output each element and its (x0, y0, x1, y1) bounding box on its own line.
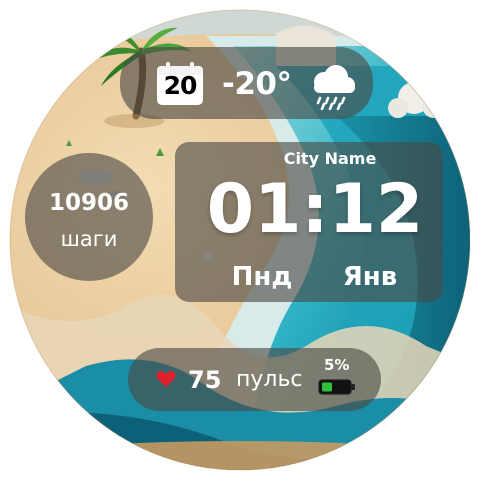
battery-percent: 5% (324, 356, 350, 374)
weekday: Пнд (231, 262, 293, 292)
time-display: 01:12 (206, 170, 424, 249)
temperature: -20° (222, 66, 292, 102)
city-name: City Name (283, 149, 377, 168)
date-day: 20 (163, 71, 198, 100)
battery-icon (318, 379, 355, 395)
steps-count: 10906 (48, 190, 130, 216)
heart-rate-value: 75 (188, 366, 222, 394)
watch-face-screen: 20 -20° 10906 шаги City Name 01:12 Пнд Я… (0, 0, 480, 480)
month: Янв (342, 262, 398, 292)
heart-icon (156, 371, 176, 387)
steps-label: шаги (60, 227, 118, 251)
rain-cloud-icon (314, 65, 355, 110)
battery-level-fill (322, 382, 332, 392)
heart-rate-label: пульс (236, 367, 303, 392)
